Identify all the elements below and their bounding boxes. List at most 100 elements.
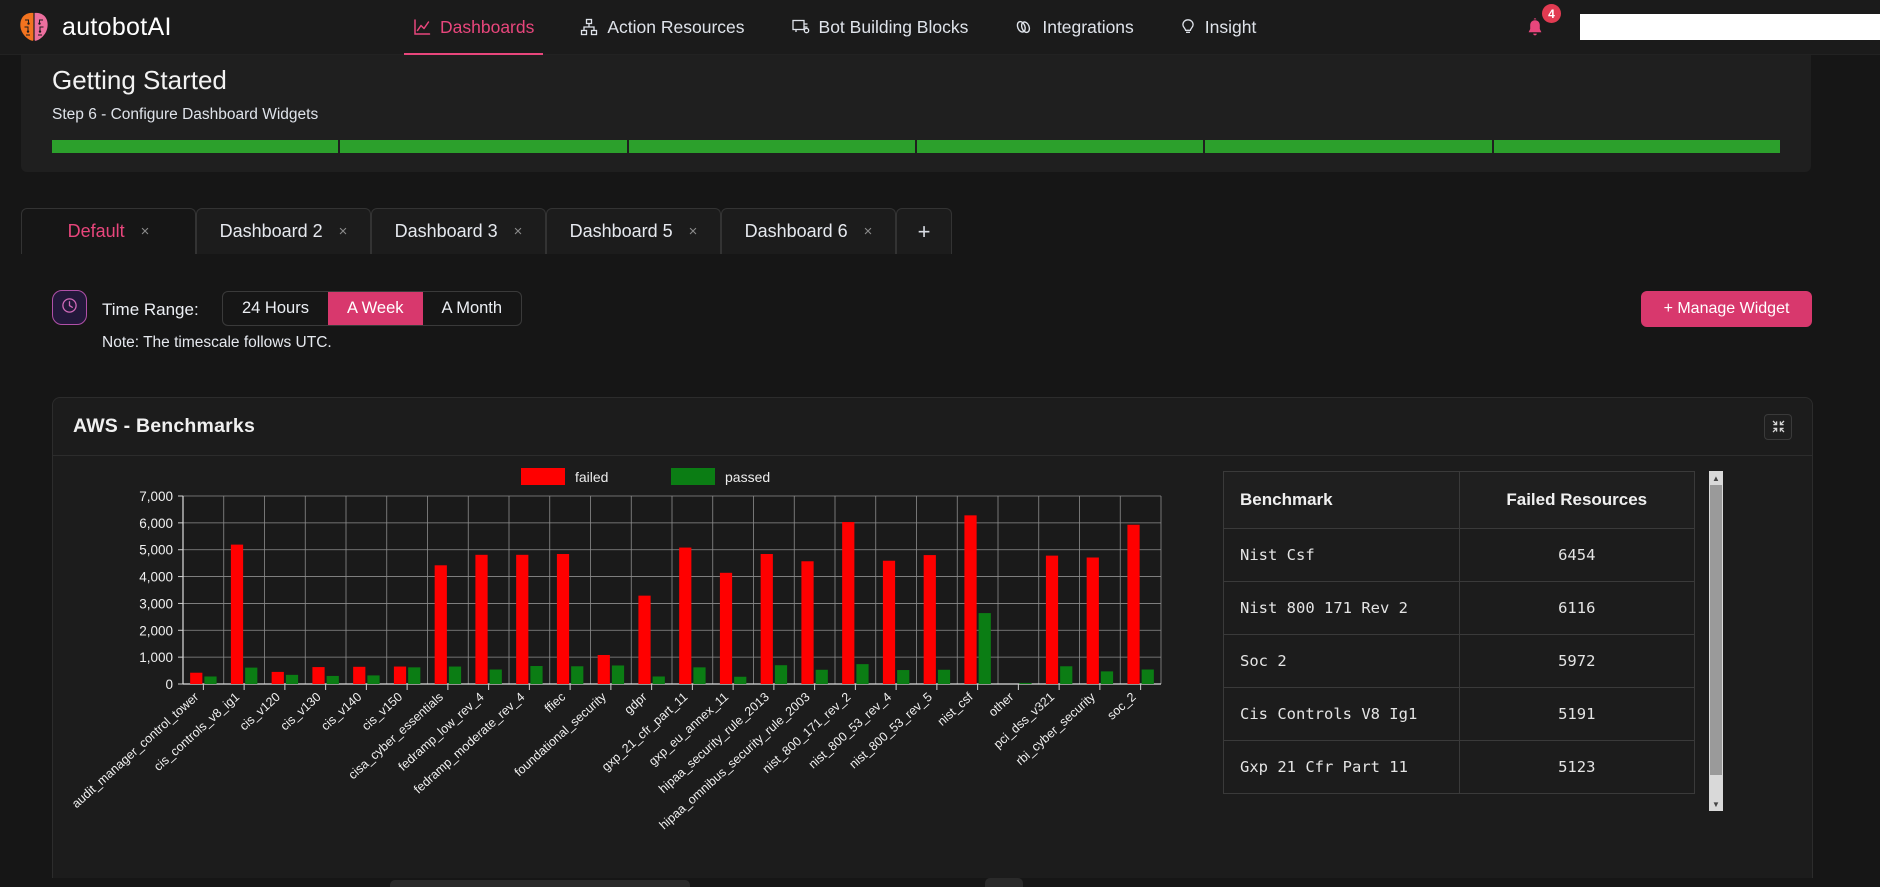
bar-failed[interactable] bbox=[719, 572, 733, 684]
aws-benchmarks-widget: AWS - Benchmarks 0 1,000 2,000 3,000 4,000 5,… bbox=[52, 397, 1813, 887]
bar-passed[interactable] bbox=[571, 666, 584, 684]
bar-failed[interactable] bbox=[842, 522, 855, 684]
scroll-up-arrow-icon[interactable]: ▲ bbox=[1709, 471, 1723, 485]
bar-passed[interactable] bbox=[530, 666, 543, 684]
bar-passed[interactable] bbox=[937, 669, 951, 684]
bar-failed[interactable] bbox=[1045, 555, 1059, 684]
nav-item-action-resources[interactable]: Action Resources bbox=[557, 0, 767, 55]
tab-close-icon[interactable]: × bbox=[141, 224, 150, 239]
bar-passed[interactable] bbox=[897, 670, 910, 684]
scrollbar-thumb[interactable] bbox=[1710, 485, 1722, 775]
sitemap-icon bbox=[580, 18, 598, 36]
bar-passed[interactable] bbox=[448, 666, 462, 684]
search-input[interactable] bbox=[1580, 14, 1880, 40]
bar-failed[interactable] bbox=[597, 654, 610, 684]
add-dashboard-tab-button[interactable]: + bbox=[896, 208, 952, 254]
bar-passed[interactable] bbox=[815, 669, 828, 684]
time-range-a-week[interactable]: A Week bbox=[327, 292, 423, 325]
bar-failed[interactable] bbox=[556, 554, 570, 684]
nav-item-dashboards[interactable]: Dashboards bbox=[390, 0, 557, 55]
getting-started-card: Getting Started Step 6 - Configure Dashb… bbox=[21, 55, 1811, 172]
table-row[interactable]: Soc 2 5972 bbox=[1223, 634, 1695, 688]
tab-close-icon[interactable]: × bbox=[514, 224, 523, 239]
bar-passed[interactable] bbox=[652, 676, 665, 684]
time-range-24-hours[interactable]: 24 Hours bbox=[223, 292, 328, 325]
bar-failed[interactable] bbox=[475, 554, 488, 684]
bell-icon bbox=[1523, 17, 1547, 46]
scroll-down-arrow-icon[interactable]: ▼ bbox=[1709, 797, 1723, 811]
lightbulb-icon bbox=[1180, 18, 1196, 36]
nav-item-insight[interactable]: Insight bbox=[1157, 0, 1280, 55]
notifications-button[interactable]: 4 bbox=[1516, 4, 1562, 47]
tab-dashboard-3[interactable]: Dashboard 3 × bbox=[371, 208, 546, 254]
bar-failed[interactable] bbox=[190, 672, 203, 684]
bar-failed[interactable] bbox=[760, 554, 773, 684]
cell-failed-resources: 6116 bbox=[1458, 581, 1695, 635]
getting-started-progress bbox=[52, 140, 1780, 153]
legend-label-passed: passed bbox=[725, 469, 770, 485]
bar-passed[interactable] bbox=[1019, 682, 1032, 684]
x-axis-tick-label: cis_v130 bbox=[278, 690, 324, 733]
tab-close-icon[interactable]: × bbox=[339, 224, 348, 239]
bar-passed[interactable] bbox=[978, 613, 991, 684]
bar-failed[interactable] bbox=[882, 560, 896, 684]
bar-failed[interactable] bbox=[923, 555, 936, 684]
bar-failed[interactable] bbox=[516, 554, 529, 684]
nav-item-integrations[interactable]: Integrations bbox=[991, 0, 1156, 55]
table-scrollbar[interactable]: ▲ ▼ bbox=[1709, 471, 1723, 811]
tab-close-icon[interactable]: × bbox=[864, 224, 873, 239]
bar-failed[interactable] bbox=[679, 547, 692, 684]
bar-passed[interactable] bbox=[326, 675, 339, 684]
tab-dashboard-2[interactable]: Dashboard 2 × bbox=[196, 208, 371, 254]
bar-failed[interactable] bbox=[964, 515, 977, 684]
progress-segment bbox=[628, 140, 915, 153]
time-range-clock-button[interactable] bbox=[52, 290, 87, 325]
bar-passed[interactable] bbox=[856, 664, 869, 684]
y-axis-tick-label: 1,000 bbox=[139, 650, 173, 665]
bar-failed[interactable] bbox=[1127, 524, 1140, 684]
progress-segment bbox=[916, 140, 1204, 153]
nav-item-bot-building-blocks[interactable]: Bot Building Blocks bbox=[768, 0, 992, 55]
bar-passed[interactable] bbox=[245, 667, 258, 684]
bar-failed[interactable] bbox=[230, 544, 244, 684]
brand-logo-area[interactable]: autobotAI bbox=[0, 10, 330, 44]
bar-failed[interactable] bbox=[393, 666, 407, 684]
bar-passed[interactable] bbox=[285, 674, 299, 684]
bar-failed[interactable] bbox=[434, 565, 447, 684]
time-range-button-group: 24 Hours A Week A Month bbox=[222, 291, 523, 326]
time-range-a-month[interactable]: A Month bbox=[423, 292, 522, 325]
legend-label-failed: failed bbox=[575, 469, 608, 485]
bar-failed[interactable] bbox=[801, 561, 814, 684]
tab-label: Dashboard 5 bbox=[569, 221, 673, 241]
bar-failed[interactable] bbox=[353, 666, 366, 684]
bar-passed[interactable] bbox=[734, 676, 747, 684]
bar-passed[interactable] bbox=[611, 665, 625, 684]
tab-dashboard-6[interactable]: Dashboard 6 × bbox=[721, 208, 896, 254]
bar-passed[interactable] bbox=[489, 669, 502, 684]
table-row[interactable]: Nist Csf 6454 bbox=[1223, 528, 1695, 582]
bar-failed[interactable] bbox=[271, 671, 284, 684]
link-icon bbox=[1014, 18, 1033, 36]
cell-failed-resources: 5123 bbox=[1458, 740, 1695, 794]
bar-passed[interactable] bbox=[693, 667, 706, 684]
collapse-arrows-icon[interactable] bbox=[1764, 413, 1792, 440]
tab-label: Default bbox=[67, 221, 125, 241]
progress-segment bbox=[340, 140, 627, 153]
bar-passed[interactable] bbox=[1141, 669, 1154, 684]
table-row[interactable]: Gxp 21 Cfr Part 11 5123 bbox=[1223, 740, 1695, 794]
tab-dashboard-5[interactable]: Dashboard 5 × bbox=[546, 208, 721, 254]
tab-default[interactable]: Default × bbox=[21, 208, 196, 254]
bar-passed[interactable] bbox=[367, 675, 380, 684]
bar-failed[interactable] bbox=[312, 667, 325, 684]
bar-passed[interactable] bbox=[204, 676, 217, 684]
bar-passed[interactable] bbox=[1060, 666, 1073, 684]
manage-widget-button[interactable]: + Manage Widget bbox=[1641, 291, 1812, 327]
bar-passed[interactable] bbox=[408, 667, 421, 684]
table-row[interactable]: Nist 800 171 Rev 2 6116 bbox=[1223, 581, 1695, 635]
tab-close-icon[interactable]: × bbox=[689, 224, 698, 239]
bar-passed[interactable] bbox=[1100, 671, 1114, 684]
bar-passed[interactable] bbox=[774, 665, 788, 684]
table-row[interactable]: Cis Controls V8 Ig1 5191 bbox=[1223, 687, 1695, 741]
bar-failed[interactable] bbox=[1086, 557, 1099, 684]
bar-failed[interactable] bbox=[638, 595, 651, 684]
